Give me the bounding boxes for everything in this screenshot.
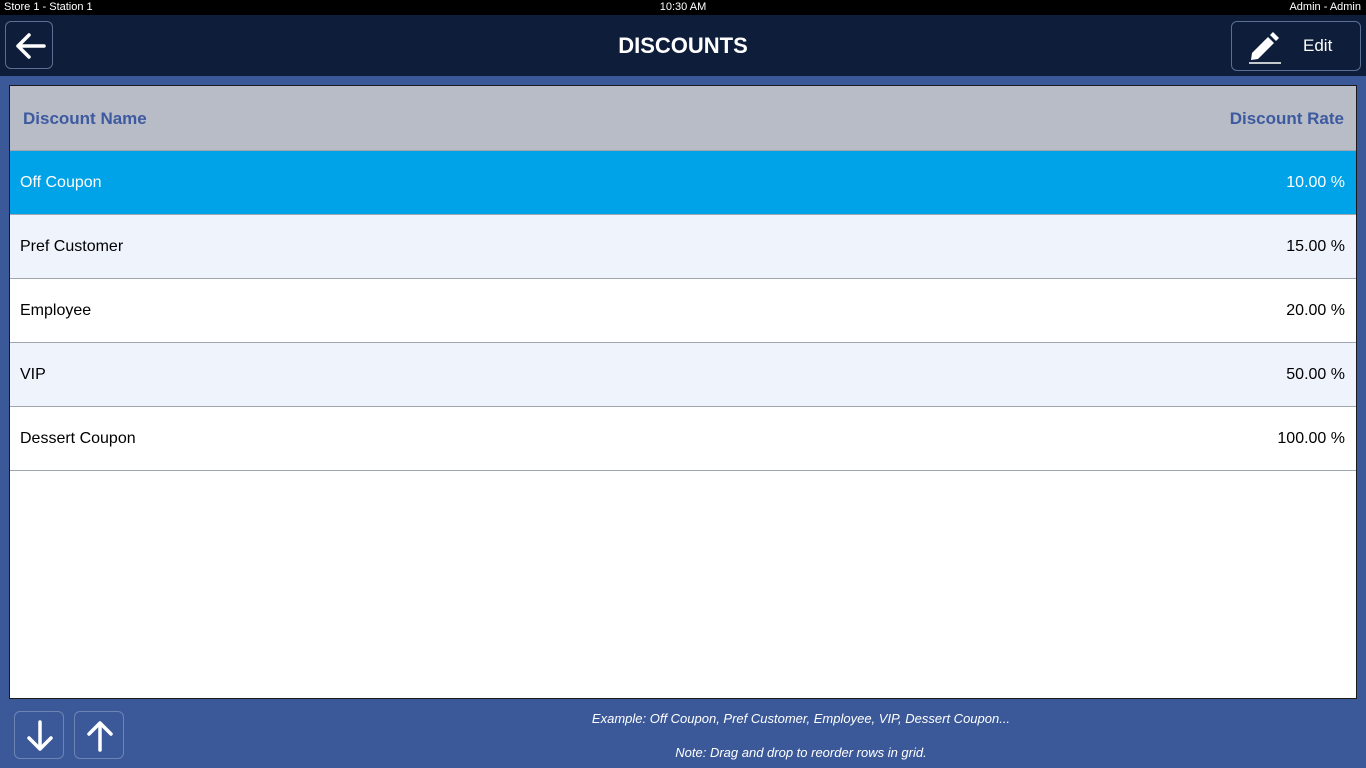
note-text: Note: Drag and drop to reorder rows in g… [675, 745, 927, 760]
back-button[interactable] [5, 21, 53, 69]
table-row[interactable]: VIP 50.00 % [10, 342, 1356, 406]
title-bar: DISCOUNTS Edit [0, 15, 1366, 76]
discount-rate-cell: 15.00 % [1286, 238, 1345, 255]
discount-name-cell: Employee [20, 302, 92, 319]
table-row[interactable]: Pref Customer 15.00 % [10, 214, 1356, 278]
edit-button-label: Edit [1303, 36, 1333, 55]
pencil-icon [1249, 32, 1281, 64]
column-header-discount-rate[interactable]: Discount Rate [1230, 86, 1344, 151]
discount-name-cell: Dessert Coupon [20, 430, 136, 447]
table-row[interactable]: Dessert Coupon 100.00 % [10, 406, 1356, 471]
discount-name-cell: VIP [20, 366, 46, 383]
discount-name-cell: Pref Customer [20, 238, 124, 255]
grid-header: Discount Name Discount Rate [10, 86, 1356, 151]
status-bar: Store 1 - Station 1 10:30 AM Admin - Adm… [0, 0, 1366, 15]
table-row[interactable]: Employee 20.00 % [10, 278, 1356, 342]
discounts-grid: Discount Name Discount Rate Off Coupon 1… [9, 85, 1357, 699]
discount-rate-cell: 100.00 % [1277, 430, 1345, 447]
discount-name-cell: Off Coupon [20, 174, 102, 191]
clock: 10:30 AM [659, 1, 707, 13]
user-label: Admin - Admin [1289, 1, 1361, 13]
column-header-discount-name[interactable]: Discount Name [23, 86, 147, 151]
discount-rate-cell: 20.00 % [1286, 302, 1345, 319]
edit-button[interactable]: Edit [1231, 21, 1361, 71]
example-text: Example: Off Coupon, Pref Customer, Empl… [591, 711, 1011, 726]
table-row[interactable]: Off Coupon 10.00 % [10, 150, 1356, 214]
discount-rate-cell: 50.00 % [1286, 366, 1345, 383]
arrow-left-icon [16, 33, 46, 59]
discount-rate-cell: 10.00 % [1286, 174, 1345, 191]
page-title: DISCOUNTS [618, 33, 748, 58]
